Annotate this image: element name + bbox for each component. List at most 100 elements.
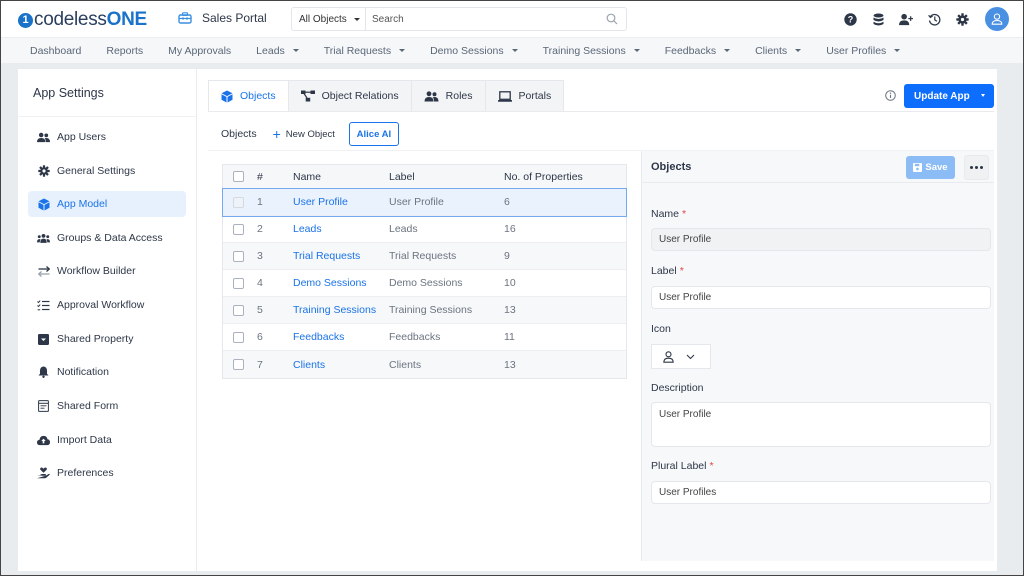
property-count: 16 [504,223,516,235]
column-header-properties[interactable]: No. of Properties [504,171,583,183]
object-name-link[interactable]: Leads [274,223,389,235]
search-scope-value: All Objects [299,13,347,25]
table-row[interactable]: 5 Training Sessions Training Sessions 13 [223,297,626,324]
object-label: Training Sessions [389,304,473,316]
nav-clients[interactable]: Clients [755,44,802,57]
property-count: 6 [504,196,510,208]
table-row[interactable]: 7 Clients Clients 13 [223,351,626,378]
nav-label: User Profiles [826,44,887,57]
tab-object-relations[interactable]: Object Relations [288,80,412,112]
row-checkbox[interactable] [233,331,244,343]
tab-portals[interactable]: Portals [485,80,565,112]
object-name-link[interactable]: Feedbacks [274,331,389,343]
portal-switcher[interactable]: Sales Portal [178,11,267,25]
row-number: 4 [257,277,263,289]
more-options-button[interactable] [964,155,989,180]
caret-down-icon[interactable] [981,94,985,97]
name-input[interactable] [651,228,991,251]
required-indicator: * [679,265,684,277]
nav-label: Feedbacks [664,44,717,57]
nav-my-approvals[interactable]: My Approvals [168,45,231,57]
nav-dashboard[interactable]: Dashboard [30,45,81,57]
alice-ai-button[interactable]: Alice AI [348,122,399,146]
search-scope-dropdown[interactable]: All Objects [292,8,366,30]
sidebar-item-general-settings[interactable]: General Settings [28,158,186,184]
sidebar-item-label: Shared Form [57,400,119,412]
row-checkbox[interactable] [233,277,244,289]
column-header-label[interactable]: Label [389,171,504,183]
objects-table: # Name Label No. of Properties 1 User Pr… [222,164,627,379]
column-header-number: # [257,170,263,183]
settings-sidebar: App Settings App Users General Settings … [18,69,196,571]
sidebar-item-preferences[interactable]: Preferences [28,460,186,486]
save-button[interactable]: Save [906,156,955,179]
tab-objects[interactable]: Objects [208,80,289,112]
table-row[interactable]: 3 Trial Requests Trial Requests 9 [223,243,626,270]
column-header-name[interactable]: Name [274,171,389,183]
new-object-button[interactable]: + New Object [272,126,335,142]
nav-label: Clients [755,44,788,57]
update-app-label: Update App [914,90,970,102]
history-icon[interactable] [927,12,941,26]
save-label: Save [925,162,948,173]
tab-roles[interactable]: Roles [411,80,486,112]
sidebar-item-workflow-builder[interactable]: Workflow Builder [28,258,186,284]
row-number: 6 [257,331,263,343]
object-name-link[interactable]: Clients [274,359,389,371]
objects-toolbar: Objects + New Object Alice AI [221,122,399,146]
row-checkbox[interactable] [233,196,244,208]
plus-icon: + [272,126,281,142]
floppy-disk-icon [913,163,923,172]
sidebar-item-shared-property[interactable]: Shared Property [28,326,186,352]
update-app-button[interactable]: Update App [904,84,994,108]
sidebar-item-app-model[interactable]: App Model [28,191,186,217]
nav-user-profiles[interactable]: User Profiles [826,44,901,57]
object-name-link[interactable]: Demo Sessions [274,277,389,289]
logo[interactable]: 1 codelessONE [18,9,147,31]
nav-feedbacks[interactable]: Feedbacks [664,44,731,57]
info-icon[interactable] [885,90,896,101]
sidebar-item-shared-form[interactable]: Shared Form [28,393,186,419]
table-row[interactable]: 6 Feedbacks Feedbacks 11 [223,324,626,351]
object-label: Leads [389,223,418,235]
object-label: User Profile [389,196,444,208]
nav-leads[interactable]: Leads [256,45,299,57]
sidebar-item-approval-workflow[interactable]: Approval Workflow [28,292,186,318]
object-name-link[interactable]: Training Sessions [274,304,389,316]
nav-demo-sessions[interactable]: Demo Sessions [430,45,518,57]
description-textarea[interactable]: User Profile [651,402,991,447]
sidebar-item-app-users[interactable]: App Users [28,124,186,150]
help-icon[interactable]: ? [843,12,857,26]
table-row[interactable]: 4 Demo Sessions Demo Sessions 10 [223,270,626,297]
sidebar-item-notification[interactable]: Notification [28,359,186,385]
row-checkbox[interactable] [233,223,244,235]
top-icons: ? [843,7,1009,31]
nav-reports[interactable]: Reports [106,45,143,57]
table-row[interactable]: 1 User Profile User Profile 6 [222,188,627,217]
plural-label-input[interactable] [651,481,991,504]
label-input[interactable] [651,286,991,309]
search-input[interactable] [366,13,602,25]
row-checkbox[interactable] [233,359,244,370]
row-checkbox[interactable] [233,250,244,262]
nav-training-sessions[interactable]: Training Sessions [543,45,640,57]
object-label: Feedbacks [389,331,441,343]
settings-icon[interactable] [955,12,969,26]
user-avatar[interactable] [985,7,1009,31]
hand-heart-icon [37,467,50,480]
search-icon[interactable] [602,13,622,25]
nav-trial-requests[interactable]: Trial Requests [324,45,406,57]
sidebar-item-import-data[interactable]: Import Data [28,427,186,453]
nav-label: Reports [106,44,144,57]
row-checkbox[interactable] [233,304,244,316]
select-all-checkbox[interactable] [233,171,244,182]
user-icon [663,350,674,363]
icon-picker-dropdown[interactable] [651,344,711,369]
add-user-icon[interactable] [899,12,913,26]
table-row[interactable]: 2 Leads Leads 16 [223,216,626,243]
database-icon[interactable] [871,12,885,26]
sidebar-item-groups-data-access[interactable]: Groups & Data Access [28,225,186,251]
object-name-link[interactable]: Trial Requests [274,250,389,262]
object-name-link[interactable]: User Profile [274,196,389,208]
caret-down-icon [353,17,360,21]
